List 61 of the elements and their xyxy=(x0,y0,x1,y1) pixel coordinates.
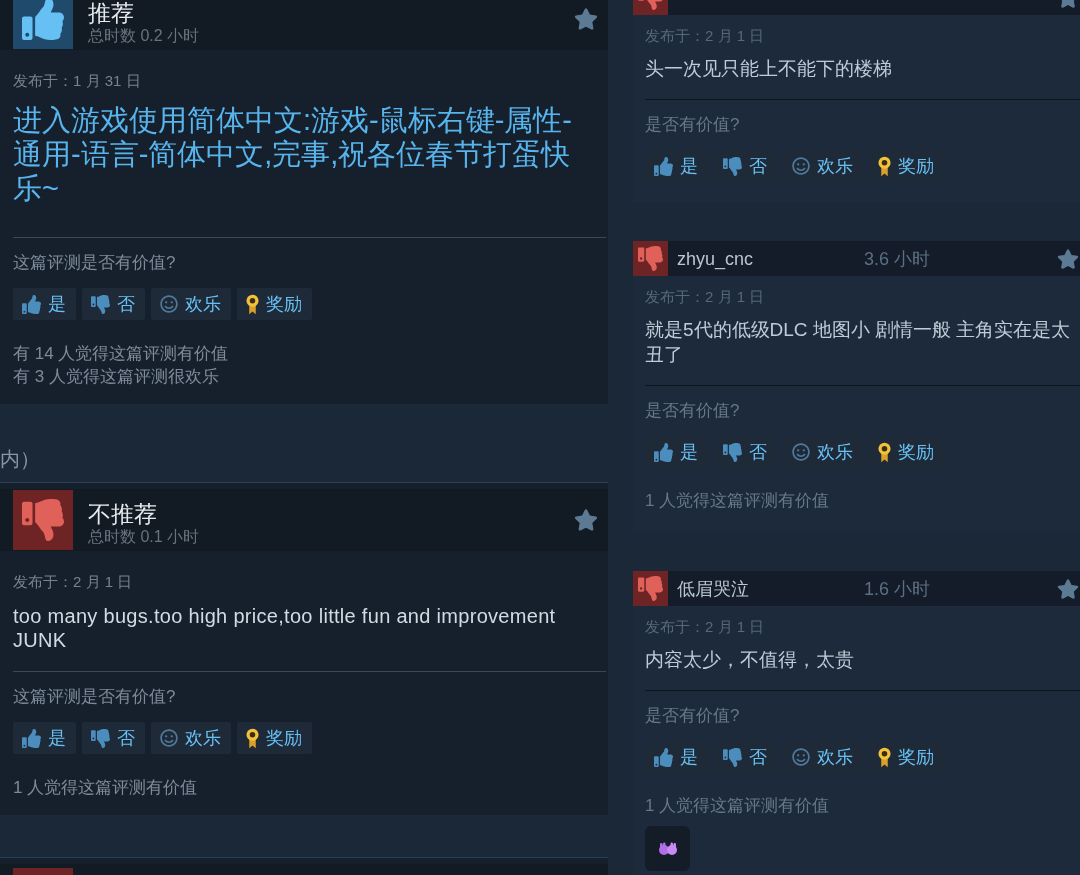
thumbs-up-icon xyxy=(22,294,41,314)
post-date: 发布于：1 月 31 日 xyxy=(13,72,141,89)
award-ribbon-icon xyxy=(878,746,891,768)
thumbs-down-icon xyxy=(723,747,742,767)
thumbs-down-icon xyxy=(723,442,742,462)
helpful-prompt: 是否有价值? xyxy=(645,706,740,726)
award-button[interactable]: 奖励 xyxy=(237,288,312,320)
thumbs-down-icon xyxy=(91,728,110,748)
helpful-prompt: 这篇评测是否有价值? xyxy=(13,253,176,273)
funny-button[interactable]: 欢乐 xyxy=(151,288,231,320)
award-ribbon-icon xyxy=(246,293,259,315)
helpful-count: 1 人觉得这篇评测有价值 xyxy=(13,777,198,799)
post-date: 发布于：2 月 1 日 xyxy=(645,618,765,635)
thumbs-up-icon xyxy=(654,442,673,462)
review-text: 进入游戏使用简体中文:游戏-鼠标右键-属性-通用-语言-简体中文,完事,祝各位春节打蛋快乐~ xyxy=(13,103,574,205)
star-icon xyxy=(1057,577,1079,600)
yes-vote-button[interactable]: 是 xyxy=(13,722,76,754)
helpful-count: 1 人觉得这篇评测有价值 xyxy=(645,490,830,512)
star-icon xyxy=(574,508,598,532)
helpful-count: 有 14 人觉得这篇评测有价值 xyxy=(13,343,229,365)
playtime: 1.6 小时 xyxy=(864,577,931,600)
award-ribbon-icon xyxy=(246,727,259,749)
thumbs-up-icon xyxy=(654,156,673,176)
helpful-count: 1 人觉得这篇评测有价值 xyxy=(645,795,830,817)
smiley-icon xyxy=(160,729,178,747)
award-ribbon-icon xyxy=(878,441,891,463)
award-ribbon-icon xyxy=(878,155,891,177)
smiley-icon xyxy=(792,157,810,175)
recommendation-label: 不推荐 xyxy=(88,501,157,527)
playtime: 3.6 小时 xyxy=(864,247,931,270)
post-date: 发布于：2 月 1 日 xyxy=(645,27,765,44)
username[interactable]: 低眉哭泣 xyxy=(677,577,749,600)
award-button[interactable]: 奖励 xyxy=(237,722,312,754)
smiley-icon xyxy=(792,443,810,461)
helpful-count: 有 3 人觉得这篇评测很欢乐 xyxy=(13,366,219,388)
review-text: too many bugs.too high price,too little fun and improvement JUNK xyxy=(13,604,557,652)
username[interactable]: zhyu_cnc xyxy=(677,247,754,270)
helpful-prompt: 是否有价值? xyxy=(645,401,740,421)
thumbs-down-icon xyxy=(723,156,742,176)
thumbs-up-icon xyxy=(22,728,41,748)
section-heading: 内） xyxy=(0,447,40,471)
review-text: 头一次见只能上不能下的楼梯 xyxy=(645,57,893,81)
playtime: 总时数 0.2 小时 xyxy=(88,26,200,46)
post-date: 发布于：2 月 1 日 xyxy=(13,573,133,590)
star-icon xyxy=(574,7,598,31)
smiley-icon xyxy=(792,748,810,766)
thumbs-down-icon xyxy=(91,294,110,314)
funny-button[interactable]: 欢乐 xyxy=(151,722,231,754)
smiley-icon xyxy=(160,295,178,313)
post-date: 发布于：2 月 1 日 xyxy=(645,288,765,305)
star-icon xyxy=(1057,247,1079,270)
no-vote-button[interactable]: 否 xyxy=(82,722,145,754)
thumbs-up-icon xyxy=(654,747,673,767)
review-text: 就是5代的低级DLC 地图小 剧情一般 主角实在是太丑了 xyxy=(645,318,1072,367)
helpful-prompt: 是否有价值? xyxy=(645,115,740,135)
no-vote-button[interactable]: 否 xyxy=(82,288,145,320)
review-text: 内容太少，不值得，太贵 xyxy=(645,648,855,672)
playtime: 总时数 0.1 小时 xyxy=(88,527,200,547)
recommendation-label: 推荐 xyxy=(88,0,134,26)
helpful-prompt: 这篇评测是否有价值? xyxy=(13,687,176,707)
yes-vote-button[interactable]: 是 xyxy=(13,288,76,320)
